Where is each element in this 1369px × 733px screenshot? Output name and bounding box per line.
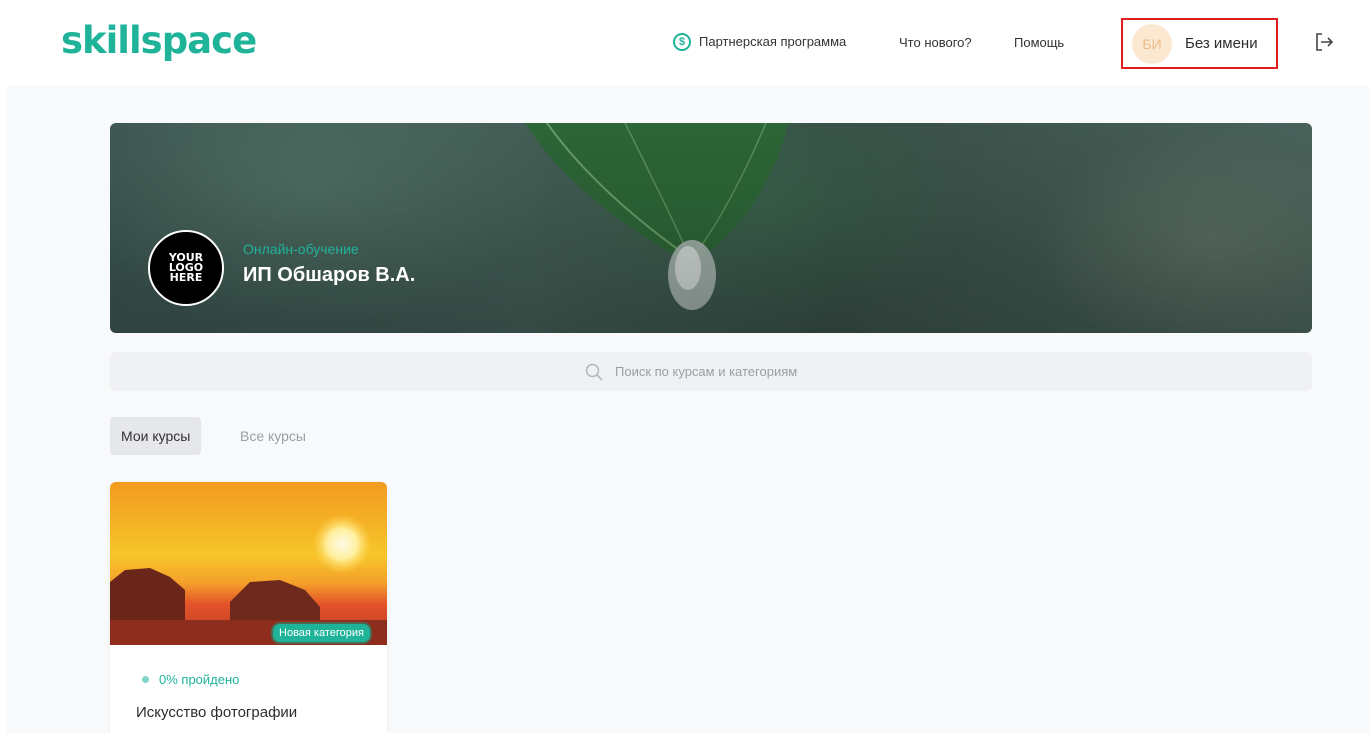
left-edge-strip: [0, 85, 7, 733]
category-badge: Новая категория: [271, 622, 372, 644]
logout-icon[interactable]: [1313, 31, 1335, 53]
tab-all-courses[interactable]: Все курсы: [229, 417, 317, 455]
course-title: Искусство фотографии: [136, 704, 298, 721]
logo-text-line: HERE: [169, 271, 203, 284]
user-name: Без имени: [1185, 35, 1258, 52]
progress-label: 0% пройдено: [159, 672, 240, 687]
partner-program-label: Партнерская программа: [699, 34, 847, 49]
whats-new-link[interactable]: Что нового?: [899, 34, 972, 52]
top-bar: skillspace $ Партнерская программа Что н…: [0, 0, 1369, 85]
search-input[interactable]: [613, 363, 837, 380]
course-card[interactable]: Новая категория 0% пройдено Искусство фо…: [110, 482, 387, 733]
hero-banner: YOUR LOGO HERE Онлайн-обучение ИП Обшаро…: [110, 123, 1312, 333]
search-icon: [585, 363, 603, 381]
search-bar[interactable]: [110, 352, 1312, 391]
dollar-circle-icon: $: [673, 33, 691, 51]
skillspace-logo[interactable]: skillspace: [61, 18, 257, 64]
organization-subtitle: Онлайн-обучение: [243, 241, 359, 257]
hero-overlay: [110, 123, 1312, 333]
organization-title: ИП Обшаров В.А.: [243, 264, 416, 286]
user-menu[interactable]: БИ Без имени: [1121, 18, 1278, 69]
tab-my-courses[interactable]: Мои курсы: [110, 417, 202, 455]
organization-logo: YOUR LOGO HERE: [148, 230, 224, 306]
partner-program-link[interactable]: $ Партнерская программа: [673, 33, 846, 51]
avatar: БИ: [1132, 23, 1172, 64]
course-cover-image: [110, 482, 387, 645]
help-link[interactable]: Помощь: [1014, 34, 1064, 52]
progress-dot-icon: [142, 676, 149, 683]
course-progress: 0% пройдено: [142, 672, 239, 687]
